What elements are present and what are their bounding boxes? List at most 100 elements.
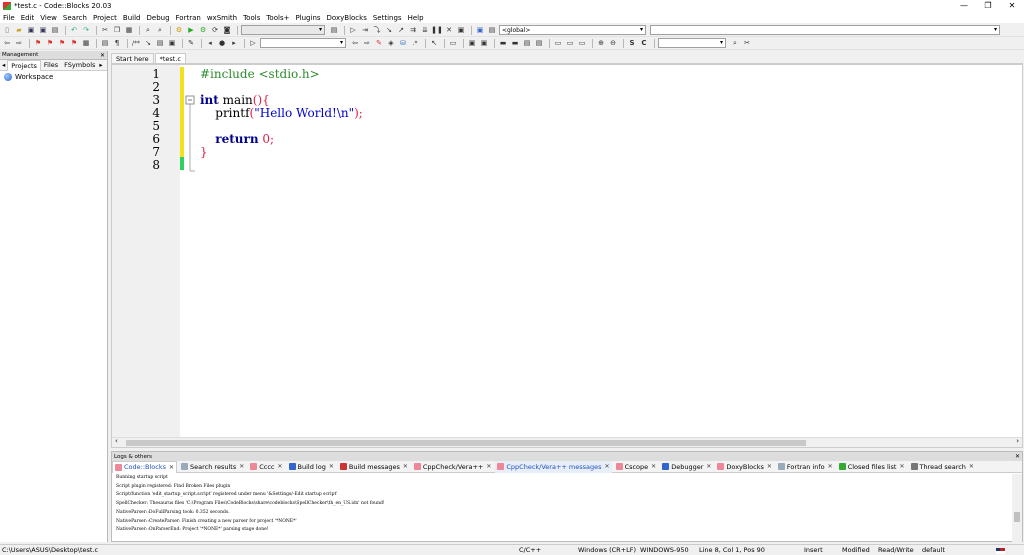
tab-cppcheck-vera-messages[interactable]: CppCheck/Vera++ messages ✕ [495, 460, 612, 473]
layout-a-icon[interactable]: ▬ [498, 39, 508, 48]
rebuild-icon[interactable]: ⟳ [210, 26, 220, 35]
layout-c-icon[interactable]: ▤ [522, 39, 532, 48]
symbols-icon[interactable]: ¶ [112, 39, 122, 48]
scope-combo[interactable]: <global> ▾ [499, 25, 646, 35]
menu-edit[interactable]: Edit [21, 14, 35, 22]
doxy-icon[interactable]: ▣ [475, 26, 485, 35]
menu-settings[interactable]: Settings [373, 14, 402, 22]
box-b-icon[interactable]: ▭ [565, 39, 575, 48]
tab-doxyblocks[interactable]: DoxyBlocks ✕ [715, 461, 773, 473]
tab-build-messages[interactable]: Build messages ✕ [338, 461, 410, 473]
close-icon[interactable]: ✕ [1015, 453, 1020, 460]
replace-icon[interactable]: ⌕ [155, 26, 165, 35]
highlight-icon[interactable]: ▦ [81, 39, 91, 48]
workspace-node[interactable]: Workspace [0, 71, 107, 83]
tab-codeblocks-log[interactable]: Code::Blocks ✕ [112, 460, 178, 473]
tabs-scroll-right-icon[interactable]: ▸ [98, 60, 103, 71]
panel-b-icon[interactable]: ▣ [479, 39, 489, 48]
editor-horizontal-scrollbar[interactable]: ‹ › [112, 437, 1022, 447]
next-change-icon[interactable]: ▸ [229, 39, 239, 48]
save-all-icon[interactable]: ▣ [38, 26, 48, 35]
layout-b-icon[interactable]: ▬ [510, 39, 520, 48]
bookmark-prev-icon[interactable]: ⚑ [45, 39, 55, 48]
menu-plugins[interactable]: Plugins [295, 14, 320, 22]
target-options-icon[interactable]: ▤ [329, 26, 339, 35]
debug-windows-icon[interactable]: ▣ [456, 26, 466, 35]
paste-icon[interactable]: ▦ [124, 26, 134, 35]
dropdown-combo[interactable]: ▾ [658, 38, 726, 48]
tab-test-c[interactable]: *test.c [154, 53, 186, 63]
bookmark-clear-icon[interactable]: ⚑ [69, 39, 79, 48]
copy-icon[interactable]: ❐ [112, 26, 122, 35]
scroll-left-icon[interactable]: ‹ [115, 437, 118, 445]
undo-icon[interactable]: ↶ [69, 26, 79, 35]
code-completion-icon[interactable]: ▤ [100, 39, 110, 48]
tab-closed-files-list[interactable]: Closed files list ✕ [837, 461, 907, 473]
function-combo[interactable]: ▾ [650, 25, 1000, 35]
change-dot-icon[interactable]: ● [217, 39, 227, 48]
select-case-icon[interactable]: ◈ [386, 39, 396, 48]
tab-fortran-info[interactable]: Fortran info ✕ [776, 461, 835, 473]
rect-tool-icon[interactable]: ▭ [448, 39, 458, 48]
minimize-button[interactable]: — [952, 0, 976, 12]
debug-next-line-icon[interactable]: ⤵ [372, 26, 382, 35]
menu-project[interactable]: Project [93, 14, 117, 22]
tab-search-results[interactable]: Search results ✕ [179, 461, 246, 473]
new-file-icon[interactable]: ▯ [2, 26, 12, 35]
highlight-marker-icon[interactable]: ✎ [374, 39, 384, 48]
comment-block-icon[interactable]: /** [131, 39, 141, 48]
regex-icon[interactable]: .* [410, 39, 420, 48]
menu-tools-plus[interactable]: Tools+ [266, 14, 289, 22]
build-gear-icon[interactable]: ⚙ [174, 26, 184, 35]
tab-cccc[interactable]: Cccc ✕ [248, 461, 284, 473]
scrollbar-thumb[interactable] [1014, 512, 1020, 522]
close-icon[interactable]: ✕ [100, 52, 105, 59]
panel-a-icon[interactable]: ▣ [467, 39, 477, 48]
run-icon[interactable]: ▶ [186, 26, 196, 35]
doxy-config-icon[interactable]: ▤ [487, 26, 497, 35]
doxy-run-icon[interactable]: ▣ [167, 39, 177, 48]
nav-back-icon[interactable]: ⇦ [350, 39, 360, 48]
zoom-out-icon[interactable]: ⊖ [608, 39, 618, 48]
build-run-icon[interactable]: ⚙ [198, 26, 208, 35]
box-a-icon[interactable]: ▭ [553, 39, 563, 48]
menu-fortran[interactable]: Fortran [176, 14, 201, 22]
menu-wxsmith[interactable]: wxSmith [207, 14, 237, 22]
find-icon[interactable]: ⌕ [143, 26, 153, 35]
logs-vertical-scrollbar[interactable] [1012, 474, 1022, 542]
tab-projects[interactable]: Projects [7, 59, 41, 71]
prev-change-icon[interactable]: ◂ [205, 39, 215, 48]
debug-start-icon[interactable]: ▷ [348, 26, 358, 35]
toggle-panel-icon[interactable]: ▷ [248, 39, 258, 48]
zoom-in-icon[interactable]: ⊕ [596, 39, 606, 48]
tab-files[interactable]: Files [41, 60, 61, 71]
tab-fsymbols[interactable]: FSymbols [61, 60, 98, 71]
save-icon[interactable]: ▣ [26, 26, 36, 35]
scrollbar-thumb[interactable] [126, 440, 806, 446]
search-options-icon[interactable]: ⛁ [398, 39, 408, 48]
s-icon[interactable]: S [627, 39, 637, 48]
menu-view[interactable]: View [40, 14, 57, 22]
debug-step-out-icon[interactable]: ↗ [396, 26, 406, 35]
build-target-combo[interactable]: ▾ [241, 25, 325, 35]
redo-icon[interactable]: ↷ [81, 26, 91, 35]
menu-file[interactable]: File [3, 14, 15, 22]
layout-d-icon[interactable]: ▤ [534, 39, 544, 48]
maximize-button[interactable]: ❐ [976, 0, 1000, 12]
debug-step-into-icon[interactable]: ↘ [384, 26, 394, 35]
jump-forward-icon[interactable]: ⇨ [14, 39, 24, 48]
nav-forward-icon[interactable]: ⇨ [362, 39, 372, 48]
tab-cppcheck-vera[interactable]: CppCheck/Vera++ ✕ [412, 461, 494, 473]
menu-help[interactable]: Help [408, 14, 424, 22]
code-editor[interactable]: 1 2 3 4 5 6 7 8 #include <stdio.h> int m… [111, 64, 1023, 448]
tools-icon[interactable]: ✂ [742, 39, 752, 48]
tab-thread-search[interactable]: Thread search ✕ [909, 461, 976, 473]
c-icon[interactable]: C [639, 39, 649, 48]
scroll-right-icon[interactable]: › [1016, 437, 1019, 445]
print-icon[interactable]: ▤ [50, 26, 60, 35]
cut-icon[interactable]: ✂ [100, 26, 110, 35]
menu-debug[interactable]: Debug [147, 14, 170, 22]
tab-build-log[interactable]: Build log ✕ [287, 461, 336, 473]
tab-start-here[interactable]: Start here [111, 53, 154, 63]
open-folder-icon[interactable]: ▰ [14, 26, 24, 35]
